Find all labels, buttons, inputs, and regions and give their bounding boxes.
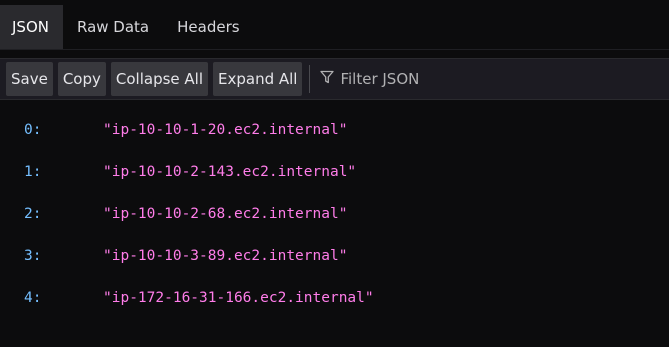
filter-json-input[interactable]: Filter JSON [320,62,419,96]
collapse-all-button[interactable]: Collapse All [110,62,208,96]
json-viewer: 0: "ip-10-10-1-20.ec2.internal" 1: "ip-1… [0,100,669,347]
json-toolbar: Save Copy Collapse All Expand All Filter… [0,58,669,100]
json-string-value: "ip-10-10-2-143.ec2.internal" [103,164,357,180]
json-row[interactable]: 3: "ip-10-10-3-89.ec2.internal" [0,243,669,269]
toolbar-divider [309,65,311,93]
json-string-value: "ip-10-10-2-68.ec2.internal" [103,206,348,222]
json-key: 0: [24,122,42,138]
json-key: 1: [24,164,42,180]
json-string-value: "ip-10-10-1-20.ec2.internal" [103,122,348,138]
json-row[interactable]: 2: "ip-10-10-2-68.ec2.internal" [0,201,669,227]
save-button[interactable]: Save [6,62,53,96]
tab-bar: JSON Raw Data Headers [0,0,669,50]
filter-json-placeholder: Filter JSON [340,70,420,88]
json-key: 2: [24,206,42,222]
json-row[interactable]: 1: "ip-10-10-2-143.ec2.internal" [0,159,669,185]
expand-all-button[interactable]: Expand All [213,62,303,96]
funnel-icon [320,70,340,88]
json-key: 4: [24,290,42,306]
tab-json[interactable]: JSON [0,5,63,49]
json-string-value: "ip-172-16-31-166.ec2.internal" [103,290,374,306]
json-row[interactable]: 0: "ip-10-10-1-20.ec2.internal" [0,117,669,143]
tab-raw-data[interactable]: Raw Data [63,5,163,49]
copy-button[interactable]: Copy [57,62,106,96]
json-string-value: "ip-10-10-3-89.ec2.internal" [103,248,348,264]
json-key: 3: [24,248,42,264]
tab-headers[interactable]: Headers [163,5,253,49]
json-row[interactable]: 4: "ip-172-16-31-166.ec2.internal" [0,285,669,311]
